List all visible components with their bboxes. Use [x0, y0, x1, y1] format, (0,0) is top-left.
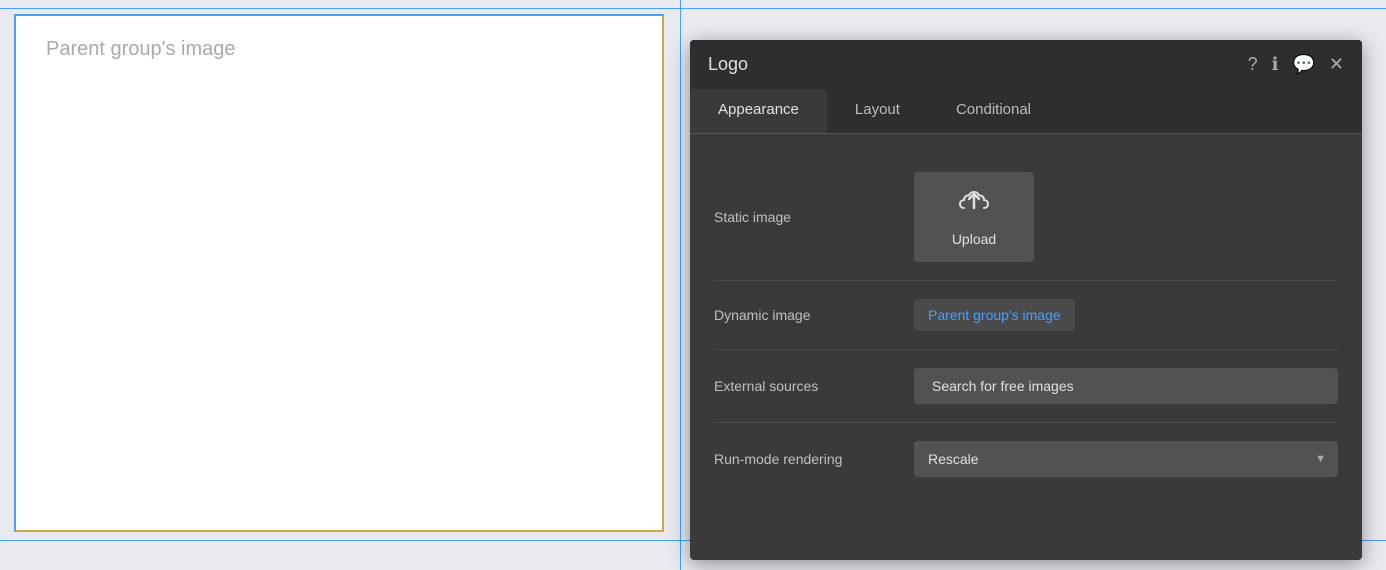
tab-layout[interactable]: Layout: [827, 89, 928, 133]
dynamic-image-control: Parent group's image: [914, 299, 1338, 331]
external-sources-row: External sources Search for free images: [714, 350, 1338, 423]
image-preview-box: Parent group's image: [14, 14, 664, 532]
dynamic-image-label: Dynamic image: [714, 307, 914, 323]
upload-cloud-icon: [958, 188, 990, 223]
static-image-control: Upload: [914, 172, 1338, 262]
panel-tabs: Appearance Layout Conditional: [690, 89, 1362, 134]
help-icon[interactable]: ?: [1248, 54, 1258, 75]
run-mode-rendering-label: Run-mode rendering: [714, 451, 914, 467]
external-sources-control: Search for free images: [914, 368, 1338, 404]
info-icon[interactable]: ℹ: [1272, 54, 1279, 75]
tab-appearance[interactable]: Appearance: [690, 89, 827, 133]
dynamic-image-link[interactable]: Parent group's image: [914, 299, 1075, 331]
static-image-label: Static image: [714, 209, 914, 225]
panel-header-icons: ? ℹ 💬 ✕: [1248, 54, 1344, 75]
upload-label: Upload: [952, 231, 996, 247]
run-mode-rendering-row: Run-mode rendering Rescale Stretch Zoom …: [714, 423, 1338, 495]
dynamic-image-row: Dynamic image Parent group's image: [714, 281, 1338, 350]
external-sources-label: External sources: [714, 378, 914, 394]
panel-title: Logo: [708, 54, 748, 75]
logo-settings-panel: Logo ? ℹ 💬 ✕ Appearance Layout Condition…: [690, 40, 1362, 560]
canvas-guideline-vertical: [680, 0, 681, 570]
comment-icon[interactable]: 💬: [1292, 54, 1314, 75]
run-mode-rendering-control: Rescale Stretch Zoom Fit: [914, 441, 1338, 477]
rescale-dropdown[interactable]: Rescale Stretch Zoom Fit: [914, 441, 1338, 477]
image-preview-label: Parent group's image: [46, 38, 235, 61]
upload-button[interactable]: Upload: [914, 172, 1034, 262]
canvas-guideline-top: [0, 8, 1386, 9]
static-image-row: Static image Upload: [714, 154, 1338, 281]
search-free-images-button[interactable]: Search for free images: [914, 368, 1338, 404]
close-icon[interactable]: ✕: [1329, 54, 1344, 75]
tab-conditional[interactable]: Conditional: [928, 89, 1059, 133]
panel-body: Static image Upload Dynamic image Parent…: [690, 134, 1362, 560]
panel-header: Logo ? ℹ 💬 ✕: [690, 40, 1362, 89]
